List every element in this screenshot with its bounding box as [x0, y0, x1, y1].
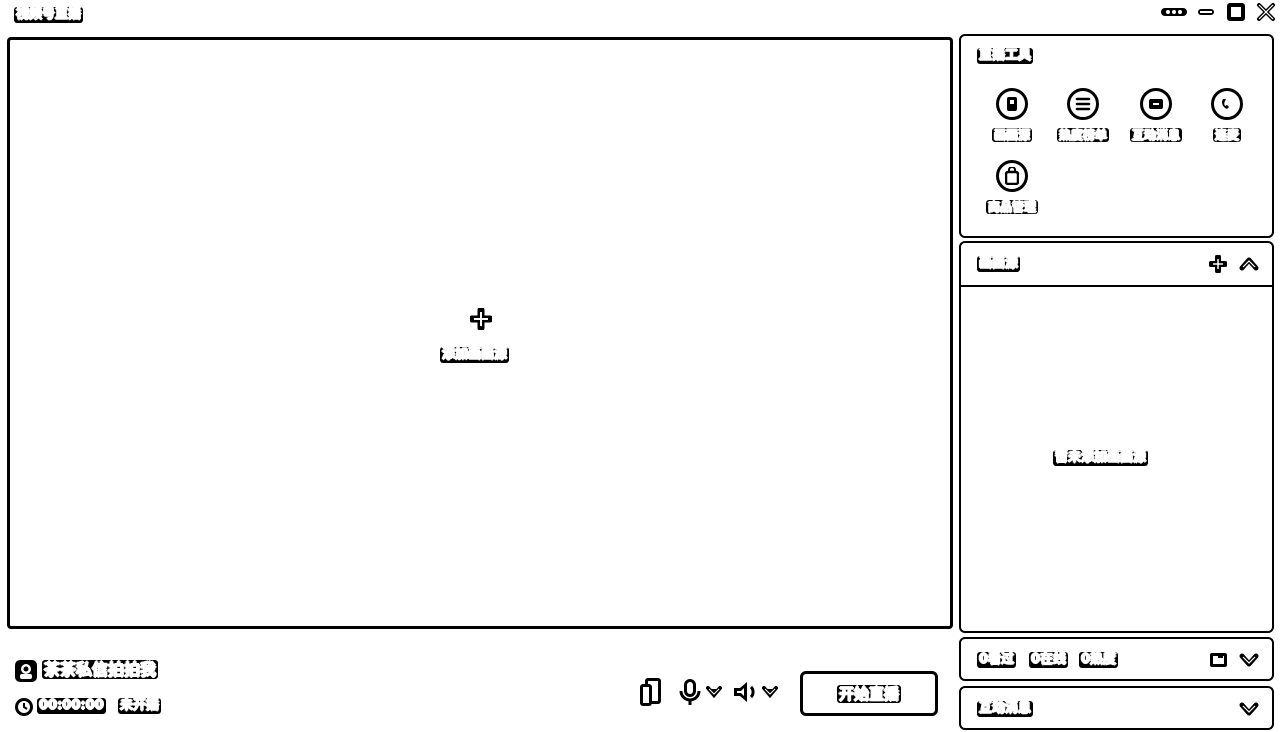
message-icon: [1140, 88, 1172, 120]
tool-label: 互动消息: [1129, 128, 1182, 143]
close-icon[interactable]: [1256, 2, 1276, 26]
tool-label: 画面源: [991, 128, 1032, 143]
watched-count: 0看过: [977, 652, 1017, 668]
online-count: 0在线: [1029, 652, 1069, 668]
minimize-icon[interactable]: [1196, 4, 1216, 24]
tool-screen-source[interactable]: 画面源: [977, 88, 1047, 143]
sources-empty-text: 暂未添加画面源: [1053, 450, 1149, 466]
preview-canvas[interactable]: 添加画面源: [7, 37, 953, 629]
chevron-up-icon[interactable]: [1239, 255, 1259, 277]
chevron-down-icon[interactable]: [706, 684, 722, 703]
add-source-icon[interactable]: [468, 306, 494, 334]
tool-hot-list[interactable]: 热度榜单: [1048, 88, 1118, 143]
interaction-title: 互动消息: [977, 701, 1034, 717]
phone-icon[interactable]: [638, 676, 664, 712]
window-title: 视频号直播: [14, 7, 84, 23]
tool-label: 商品管理: [985, 200, 1038, 215]
avatar[interactable]: [14, 659, 38, 687]
maximize-icon[interactable]: [1226, 2, 1246, 26]
chevron-down-icon[interactable]: [1239, 700, 1259, 722]
tools-title: 直播工具: [977, 48, 1034, 64]
sources-panel: 画面源 暂未添加画面源: [959, 241, 1274, 633]
live-status: 未开播: [118, 698, 162, 714]
live-timer: 00:00:00: [37, 698, 106, 714]
tools-panel: 直播工具 画面源 热度榜单 互动消息 连麦 商品管理: [959, 34, 1274, 238]
shopping-bag-icon: [996, 160, 1028, 192]
tool-label: 热度榜单: [1056, 128, 1109, 143]
chevron-down-icon[interactable]: [762, 684, 778, 703]
sources-header: 画面源: [961, 243, 1272, 287]
heat-count: 0热度: [1079, 652, 1119, 668]
microphone-icon[interactable]: [678, 677, 702, 711]
stats-panel: 0看过 0在线 0热度: [959, 637, 1274, 681]
sources-title: 画面源: [977, 256, 1021, 272]
add-source-label[interactable]: 添加画面源: [440, 347, 510, 363]
add-source-icon[interactable]: [1208, 254, 1228, 277]
popout-icon[interactable]: [1209, 651, 1229, 673]
tool-product-management[interactable]: 商品管理: [977, 160, 1047, 215]
list-icon: [1067, 88, 1099, 120]
interaction-panel[interactable]: 互动消息: [959, 686, 1274, 730]
screen-source-icon: [996, 88, 1028, 120]
start-live-label: 开始直播: [836, 684, 901, 703]
tool-connect[interactable]: 连麦: [1192, 88, 1262, 143]
clock-icon: [14, 697, 34, 721]
tool-label: 连麦: [1212, 128, 1241, 143]
account-name: 茶茶私信拍拍我: [42, 660, 159, 680]
start-live-button[interactable]: 开始直播: [800, 671, 938, 716]
tool-interaction-messages[interactable]: 互动消息: [1121, 88, 1191, 143]
speaker-icon[interactable]: [732, 680, 760, 708]
connect-icon: [1211, 88, 1243, 120]
chevron-down-icon[interactable]: [1239, 651, 1259, 673]
more-icon[interactable]: [1160, 4, 1188, 24]
